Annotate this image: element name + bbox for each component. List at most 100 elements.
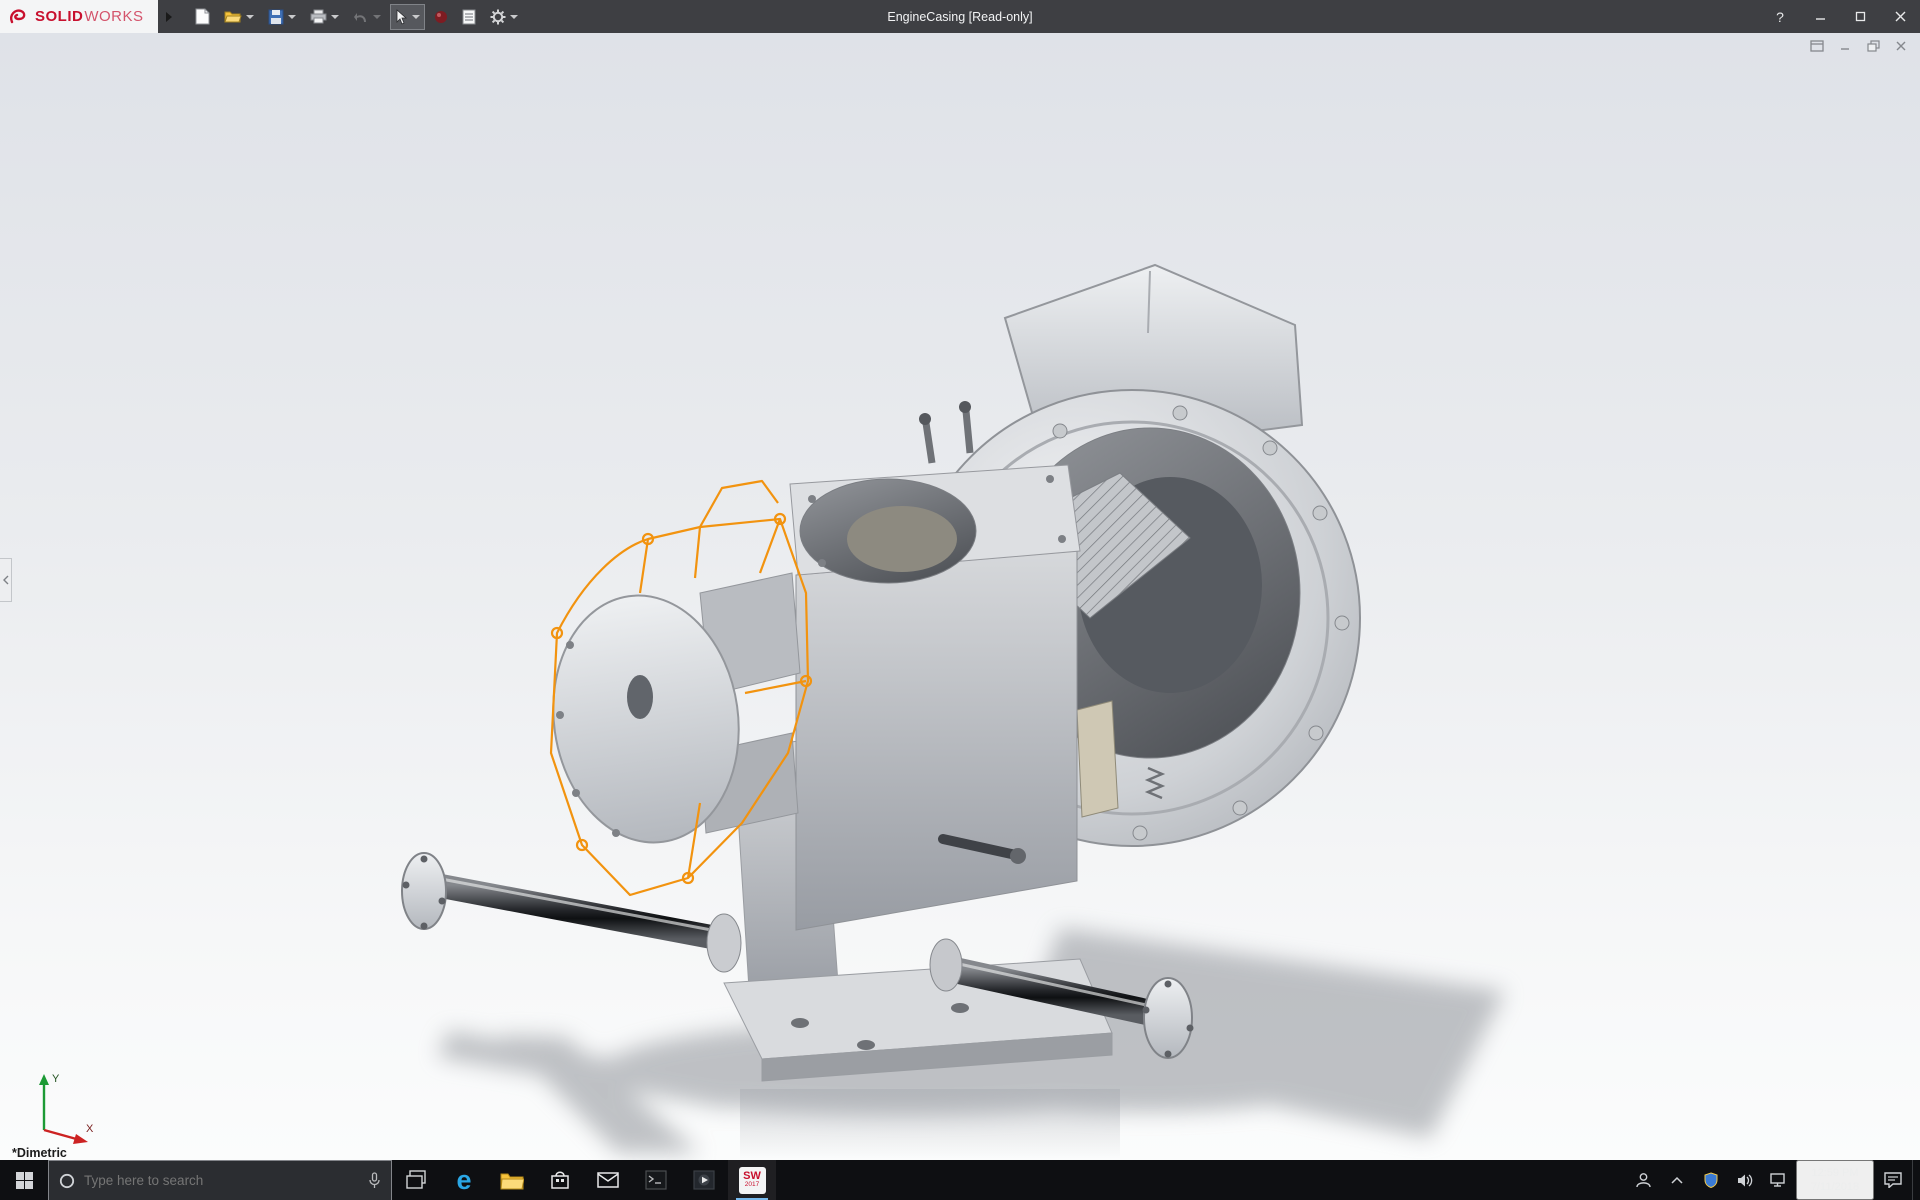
titlebar: SOLID WORKS EngineCasing [Read-only] ? [0, 0, 1920, 33]
edge-button[interactable]: e [440, 1160, 488, 1200]
open-icon [223, 11, 242, 23]
cortana-circle-icon [59, 1173, 75, 1188]
minimize-button[interactable] [1800, 0, 1840, 33]
main-toolbar [190, 3, 523, 30]
search-input[interactable] [84, 1173, 359, 1188]
close-button[interactable] [1880, 0, 1920, 33]
appearance-button[interactable] [429, 4, 453, 30]
print-button[interactable] [305, 4, 344, 30]
solidworks-taskbar-button[interactable]: SW 2017 [728, 1160, 776, 1200]
window-menu-button[interactable] [1806, 37, 1828, 55]
report-button[interactable] [457, 4, 481, 30]
floor-reflection [740, 1089, 1120, 1159]
undo-caret-icon [372, 14, 381, 19]
taskbar-clock[interactable]: 12:59 PM 7/11/2018 [1796, 1160, 1874, 1200]
open-caret-icon [245, 14, 254, 19]
media-app-icon [693, 1170, 715, 1190]
solidworks-logo: SOLID WORKS [0, 0, 158, 33]
brand-works: WORKS [84, 8, 144, 25]
panel-flyout-arrow[interactable] [0, 558, 12, 602]
print-caret-icon [330, 14, 339, 19]
solidworks-window: SOLID WORKS EngineCasing [Read-only] ? Y… [0, 0, 1920, 1200]
console-button[interactable] [632, 1160, 680, 1200]
options-gear-icon [490, 9, 506, 24]
doc-restore-icon [1866, 40, 1880, 52]
person-icon [1635, 1173, 1651, 1188]
document-window-controls [1806, 37, 1912, 55]
volume-icon [1737, 1174, 1752, 1186]
save-icon [268, 9, 284, 24]
store-bag-icon [551, 1171, 569, 1189]
taskbar-search[interactable] [48, 1160, 392, 1200]
help-button[interactable]: ? [1760, 0, 1800, 33]
flyout-arrow-icon [165, 11, 172, 22]
clock-date: 7/11/2018 [1810, 1181, 1860, 1193]
chevron-up-icon [1671, 1176, 1683, 1184]
task-view-icon [406, 1170, 426, 1189]
file-explorer-icon [500, 1173, 524, 1189]
clock-time: 12:59 PM [1811, 1167, 1859, 1179]
start-button[interactable] [0, 1160, 48, 1200]
defender-shield-icon [1704, 1172, 1718, 1188]
hidden-icons-button[interactable] [1662, 1160, 1692, 1200]
doc-minimize-icon [1841, 48, 1849, 50]
task-view-button[interactable] [392, 1160, 440, 1200]
toolbar-flyout-arrow[interactable] [158, 0, 180, 33]
store-button[interactable] [536, 1160, 584, 1200]
engine-casing-model[interactable] [0, 33, 1920, 1160]
print-icon [310, 9, 327, 24]
windows-logo-icon [15, 1171, 33, 1189]
new-document-button[interactable] [190, 4, 215, 30]
undo-icon [353, 12, 366, 22]
mail-icon [597, 1172, 619, 1188]
file-explorer-button[interactable] [488, 1160, 536, 1200]
select-arrow-icon [396, 8, 407, 25]
media-app-button[interactable] [680, 1160, 728, 1200]
volume-button[interactable] [1730, 1160, 1760, 1200]
options-button[interactable] [485, 4, 523, 30]
triad-x-label: X [86, 1123, 94, 1135]
edge-icon: e [456, 1164, 472, 1195]
console-icon [645, 1170, 667, 1190]
chevron-left-icon [2, 575, 8, 585]
microphone-icon[interactable] [368, 1172, 381, 1189]
triad-y-label: Y [52, 1073, 60, 1085]
minimize-icon [1815, 18, 1825, 20]
network-button[interactable] [1764, 1160, 1794, 1200]
undo-button[interactable] [348, 4, 386, 30]
save-caret-icon [287, 14, 296, 19]
windows-taskbar: e [0, 1160, 1920, 1200]
report-sheet-icon [462, 9, 476, 24]
brand-solid: SOLID [35, 8, 84, 25]
defender-button[interactable] [1696, 1160, 1726, 1200]
view-orientation-label: *Dimetric [12, 1146, 67, 1160]
action-center-icon [1884, 1172, 1902, 1188]
window-menu-icon [1810, 40, 1824, 52]
appearance-sphere-icon [434, 10, 447, 23]
doc-close-button[interactable] [1890, 37, 1912, 55]
side-cover-disc[interactable] [538, 572, 801, 855]
taskbar-spacer [776, 1160, 1628, 1200]
window-buttons: ? [1760, 0, 1920, 33]
sw-year: 2017 [744, 1181, 760, 1189]
new-document-icon [195, 8, 210, 25]
select-caret-icon [411, 14, 420, 19]
show-desktop-button[interactable] [1912, 1160, 1920, 1200]
open-button[interactable] [219, 4, 259, 30]
save-button[interactable] [263, 4, 301, 30]
graphics-viewport[interactable]: Y X *Dimetric [0, 33, 1920, 1160]
people-button[interactable] [1628, 1160, 1658, 1200]
action-center-button[interactable] [1874, 1160, 1912, 1200]
select-tool-button[interactable] [389, 3, 425, 30]
maximize-button[interactable] [1840, 0, 1880, 33]
ds-logo-icon [10, 8, 26, 23]
doc-restore-button[interactable] [1862, 37, 1884, 55]
maximize-icon [1855, 11, 1865, 22]
doc-close-icon [1896, 41, 1906, 51]
close-icon [1895, 11, 1905, 22]
network-icon [1770, 1172, 1785, 1187]
mail-button[interactable] [584, 1160, 632, 1200]
options-caret-icon [509, 14, 518, 19]
doc-minimize-button[interactable] [1834, 37, 1856, 55]
system-tray [1628, 1160, 1796, 1200]
